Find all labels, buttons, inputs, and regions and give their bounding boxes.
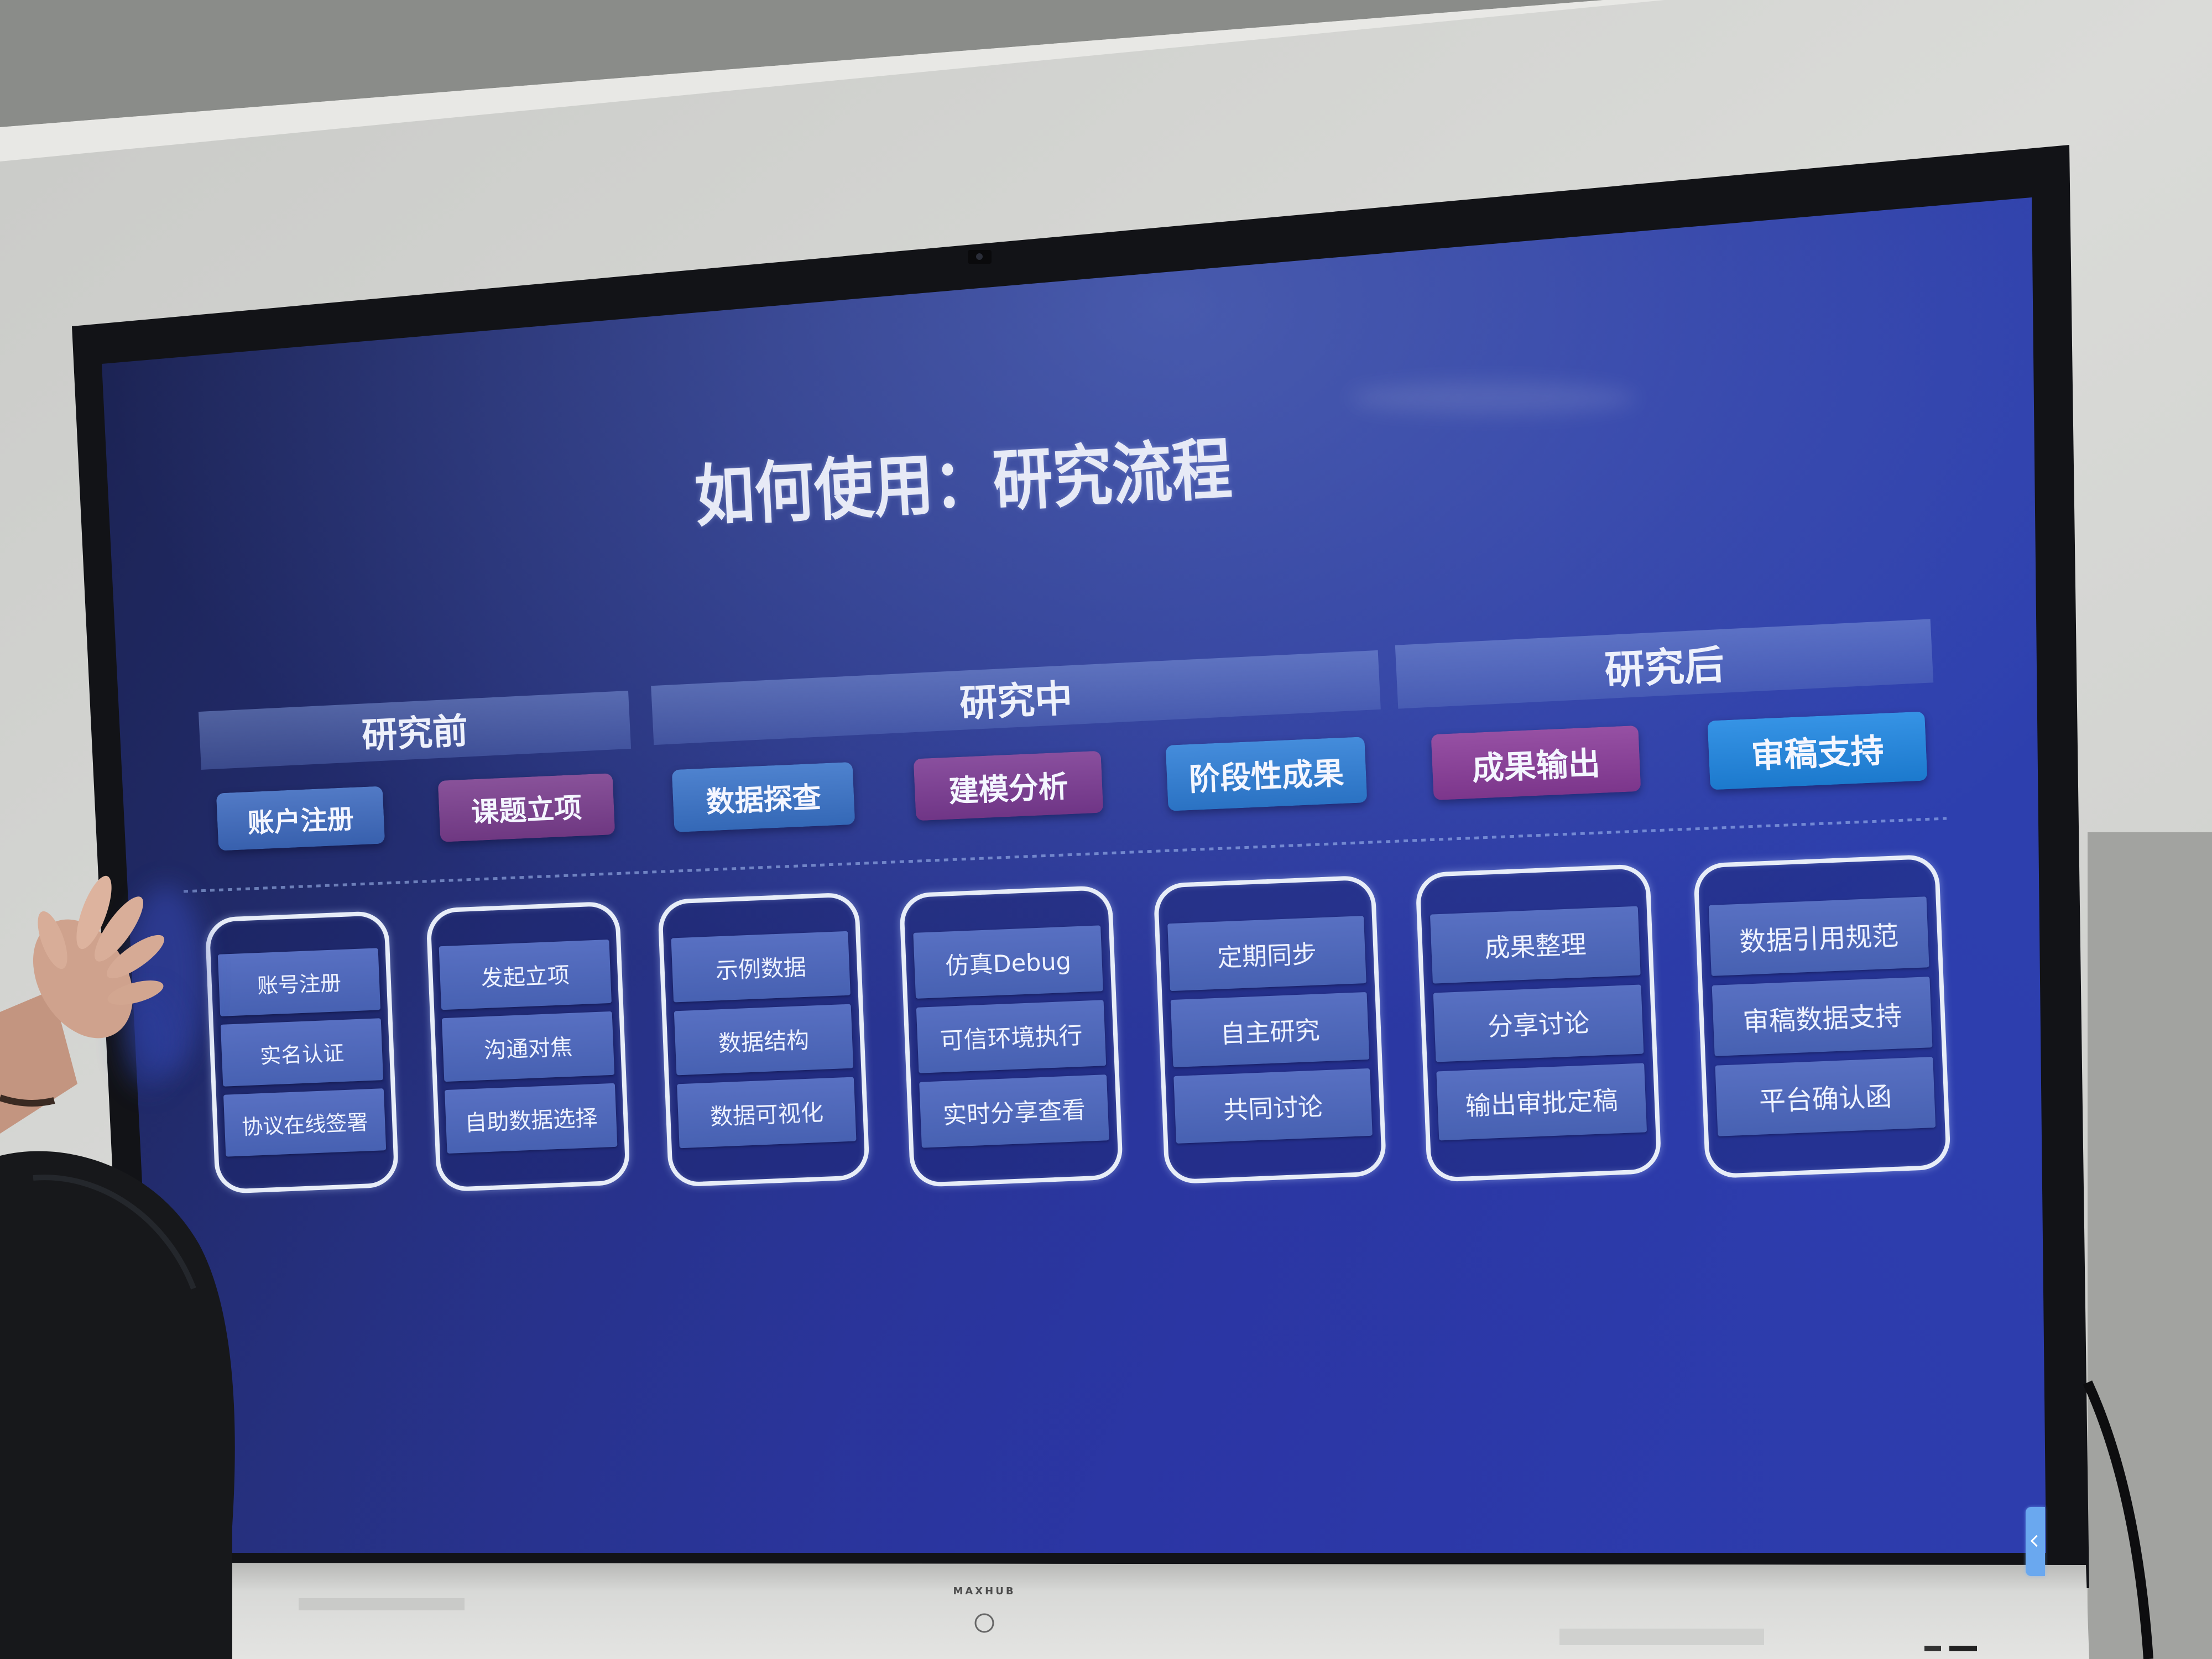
detail-item: 自助数据选择 [445, 1083, 618, 1154]
detail-card-account-registration: 账号注册 实名认证 协议在线签署 [205, 910, 399, 1194]
detail-card-results-output: 成果整理 分享讨论 输出审批定稿 [1415, 863, 1662, 1183]
detail-item: 数据可视化 [677, 1077, 857, 1149]
display-brand-label: MAXHUB [953, 1585, 1016, 1597]
side-toolbar-tab[interactable] [2026, 1507, 2045, 1576]
detail-card-modeling-analysis: 仿真Debug 可信环境执行 实时分享查看 [899, 885, 1124, 1188]
detail-item: 示例数据 [671, 931, 851, 1003]
step-review-support: 审稿支持 [1707, 711, 1928, 790]
step-results-output: 成果输出 [1431, 725, 1641, 801]
wall-shadow [2088, 832, 2212, 1659]
detail-item: 成果整理 [1430, 906, 1641, 984]
detail-item: 可信环境执行 [916, 999, 1107, 1073]
detail-item: 定期同步 [1167, 916, 1366, 992]
status-led-icon [1924, 1646, 1941, 1651]
detail-item: 仿真Debug [913, 925, 1104, 999]
step-modeling-analysis: 建模分析 [913, 750, 1104, 821]
step-data-exploration: 数据探查 [671, 761, 855, 833]
detail-item: 发起立项 [439, 939, 612, 1010]
speaker-strip-right [1559, 1629, 1764, 1645]
detail-item: 分享讨论 [1433, 984, 1644, 1062]
camera-lens-icon [976, 253, 983, 260]
detail-item: 共同讨论 [1173, 1068, 1373, 1144]
detail-item: 审稿数据支持 [1712, 977, 1933, 1056]
display-bottom-bezel [182, 1563, 2089, 1659]
detail-item: 输出审批定稿 [1436, 1062, 1647, 1140]
detail-item: 协议在线签署 [223, 1088, 387, 1157]
chevron-left-icon [2030, 1535, 2043, 1547]
step-stage-results: 阶段性成果 [1165, 737, 1368, 811]
step-project-initiation: 课题立项 [437, 773, 615, 842]
detail-item: 实时分享查看 [919, 1074, 1109, 1148]
screen-reflection [1349, 382, 1637, 415]
detail-item: 沟通对焦 [442, 1011, 614, 1082]
detail-item: 账号注册 [217, 948, 381, 1016]
detail-item: 平台确认函 [1715, 1057, 1936, 1136]
speaker-strip-left [299, 1598, 465, 1610]
detail-card-data-exploration: 示例数据 数据结构 数据可视化 [657, 891, 870, 1188]
detail-card-project-initiation: 发起立项 沟通对焦 自助数据选择 [425, 901, 631, 1192]
step-account-registration: 账户注册 [216, 786, 385, 851]
detail-item: 自主研究 [1171, 992, 1369, 1068]
status-led-icon [1949, 1646, 1977, 1651]
detail-item: 数据引用规范 [1708, 896, 1929, 976]
detail-item: 实名认证 [220, 1018, 384, 1087]
detail-item: 数据结构 [674, 1004, 854, 1076]
detail-card-stage-results: 定期同步 自主研究 共同讨论 [1153, 875, 1387, 1185]
detail-card-review-support: 数据引用规范 审稿数据支持 平台确认函 [1693, 854, 1952, 1179]
